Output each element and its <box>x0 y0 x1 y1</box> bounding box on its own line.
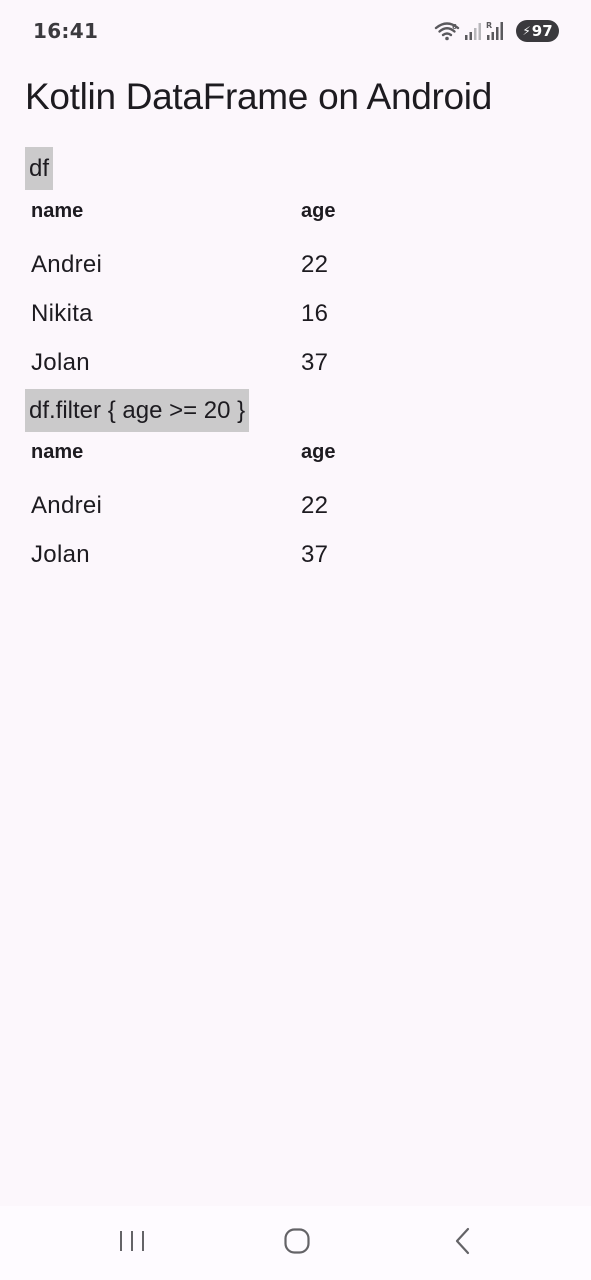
code-label-df: df <box>25 147 54 190</box>
navigation-bar <box>0 1206 591 1280</box>
cell-name: Jolan <box>31 541 90 568</box>
column-header-age: age <box>301 200 336 222</box>
cell-age: 37 <box>301 541 329 568</box>
battery-level: 97 <box>531 22 553 40</box>
cell-age: 37 <box>301 349 329 376</box>
table-row: Nikita 16 <box>31 300 551 330</box>
column-header-name: name <box>31 441 84 463</box>
signal-roaming-icon: R <box>486 20 506 42</box>
signal-icon <box>464 21 482 41</box>
table-row: Jolan 37 <box>31 541 551 571</box>
table-row: Jolan 37 <box>31 349 551 379</box>
back-icon <box>453 1227 473 1260</box>
table-header-row: name age <box>31 200 551 230</box>
status-icons: 6 R ⚡ 97 <box>434 19 559 43</box>
cell-name: Nikita <box>31 300 93 327</box>
recents-icon <box>118 1229 146 1258</box>
cell-age: 16 <box>301 300 329 327</box>
table-row: Andrei 22 <box>31 492 551 522</box>
table-header-row: name age <box>31 441 551 471</box>
home-icon <box>283 1227 311 1260</box>
svg-text:6: 6 <box>452 23 457 31</box>
cell-age: 22 <box>301 492 329 519</box>
back-button[interactable] <box>443 1226 483 1260</box>
status-time: 16:41 <box>33 19 99 43</box>
home-button[interactable] <box>277 1226 317 1260</box>
status-bar: 16:41 6 R ⚡ 97 <box>0 0 591 62</box>
battery-charging-icon: ⚡ 97 <box>516 20 559 42</box>
cell-name: Andrei <box>31 492 103 519</box>
page-title: Kotlin DataFrame on Android <box>25 76 492 117</box>
cell-age: 22 <box>301 251 329 278</box>
bolt-icon: ⚡ <box>522 24 531 38</box>
wifi-icon: 6 <box>434 20 460 42</box>
recents-button[interactable] <box>112 1226 152 1260</box>
table-row: Andrei 22 <box>31 251 551 281</box>
code-label-filter: df.filter { age >= 20 } <box>25 389 250 432</box>
svg-text:R: R <box>486 21 492 30</box>
cell-name: Jolan <box>31 349 90 376</box>
column-header-name: name <box>31 200 84 222</box>
cell-name: Andrei <box>31 251 103 278</box>
column-header-age: age <box>301 441 336 463</box>
